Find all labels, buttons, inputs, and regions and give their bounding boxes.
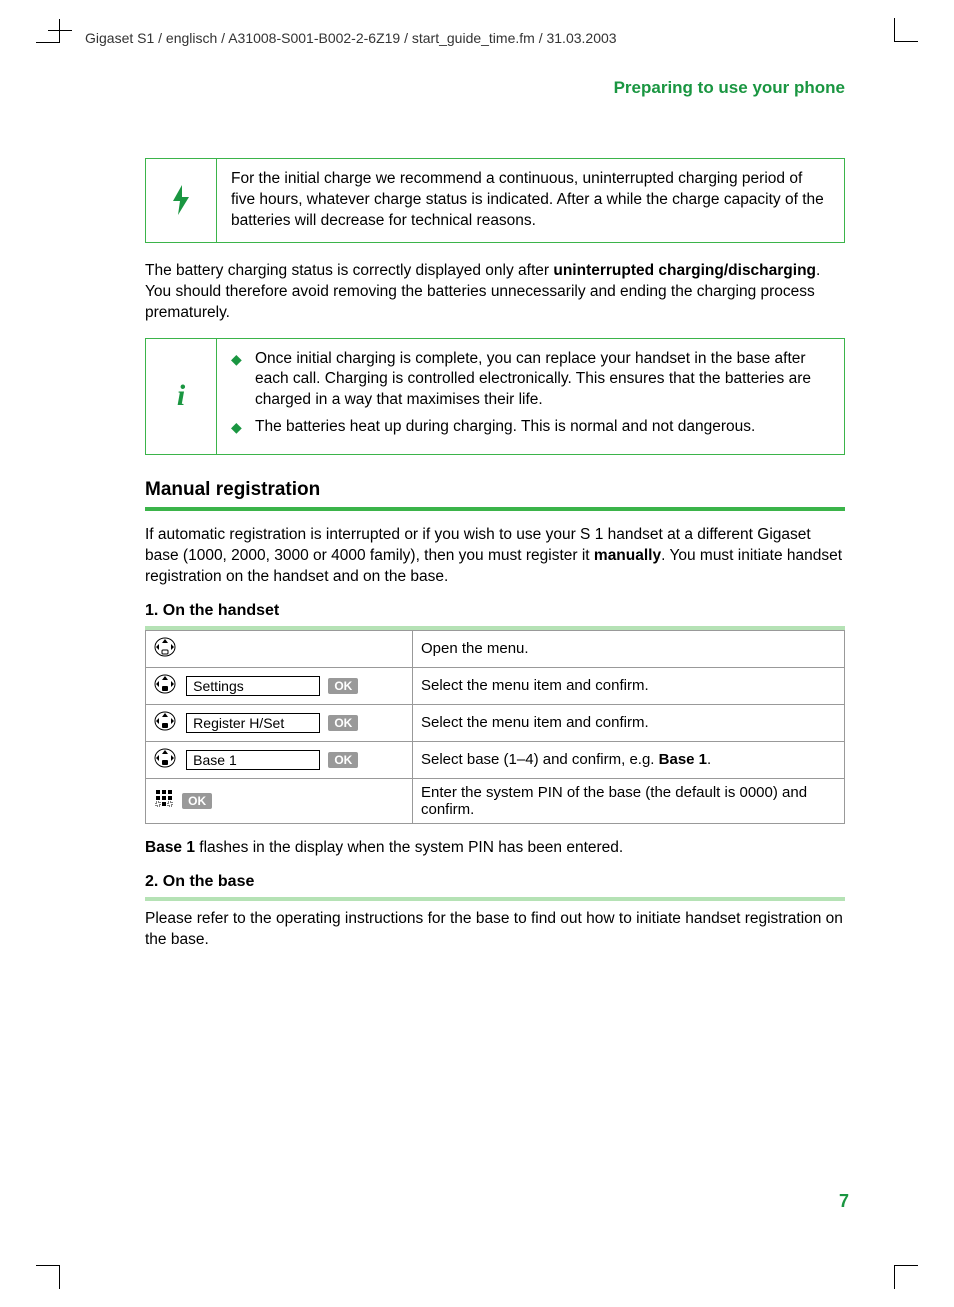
table-row: Settings OK Select the menu item and con… bbox=[146, 667, 845, 704]
menu-item-base1: Base 1 bbox=[186, 750, 320, 770]
table-row: Open the menu. bbox=[146, 630, 845, 667]
crop-mark bbox=[48, 30, 72, 55]
ok-button: OK bbox=[182, 793, 212, 809]
info-icon: i bbox=[146, 339, 217, 455]
ok-button: OK bbox=[328, 715, 358, 731]
table-cell-description: Select the menu item and confirm. bbox=[413, 704, 845, 741]
step-rule bbox=[145, 897, 845, 901]
battery-status-paragraph: The battery charging status is correctly… bbox=[145, 261, 845, 324]
info-list-item: The batteries heat up during charging. T… bbox=[231, 417, 830, 438]
manual-registration-heading: Manual registration bbox=[145, 479, 845, 501]
menu-item-register: Register H/Set bbox=[186, 713, 320, 733]
nav-key-icon bbox=[154, 710, 176, 736]
info-box: i Once initial charging is complete, you… bbox=[145, 338, 845, 456]
info-list-item: Once initial charging is complete, you c… bbox=[231, 349, 830, 412]
step2-heading: 2. On the base bbox=[145, 873, 845, 891]
page-number: 7 bbox=[839, 1191, 849, 1212]
table-row: Register H/Set OK Select the menu item a… bbox=[146, 704, 845, 741]
menu-item-settings: Settings bbox=[186, 676, 320, 696]
nav-key-icon bbox=[154, 636, 176, 662]
table-cell-description: Enter the system PIN of the base (the de… bbox=[413, 778, 845, 823]
crop-mark bbox=[882, 30, 906, 54]
handset-procedure-table: Open the menu. Settings OK Select the me… bbox=[145, 630, 845, 824]
lightning-icon bbox=[146, 159, 217, 242]
section-title: Preparing to use your phone bbox=[145, 78, 845, 98]
base1-flash-paragraph: Base 1 flashes in the display when the s… bbox=[145, 838, 845, 859]
charge-note-text: For the initial charge we recommend a co… bbox=[217, 159, 844, 242]
ok-button: OK bbox=[328, 678, 358, 694]
crop-mark bbox=[882, 1253, 906, 1277]
crop-mark bbox=[48, 1253, 72, 1277]
heading-rule bbox=[145, 507, 845, 511]
charge-note-box: For the initial charge we recommend a co… bbox=[145, 158, 845, 243]
step2-paragraph: Please refer to the operating instructio… bbox=[145, 909, 845, 951]
manual-registration-paragraph: If automatic registration is interrupted… bbox=[145, 525, 845, 588]
nav-key-icon bbox=[154, 673, 176, 699]
table-row: OK Enter the system PIN of the base (the… bbox=[146, 778, 845, 823]
table-row: Base 1 OK Select base (1–4) and confirm,… bbox=[146, 741, 845, 778]
header-path: Gigaset S1 / englisch / A31008-S001-B002… bbox=[85, 30, 869, 46]
table-cell-description: Select the menu item and confirm. bbox=[413, 667, 845, 704]
ok-button: OK bbox=[328, 752, 358, 768]
table-cell-description: Open the menu. bbox=[413, 630, 845, 667]
keypad-icon bbox=[154, 789, 174, 813]
nav-key-icon bbox=[154, 747, 176, 773]
table-cell-description: Select base (1–4) and confirm, e.g. Base… bbox=[413, 741, 845, 778]
step1-heading: 1. On the handset bbox=[145, 602, 845, 620]
